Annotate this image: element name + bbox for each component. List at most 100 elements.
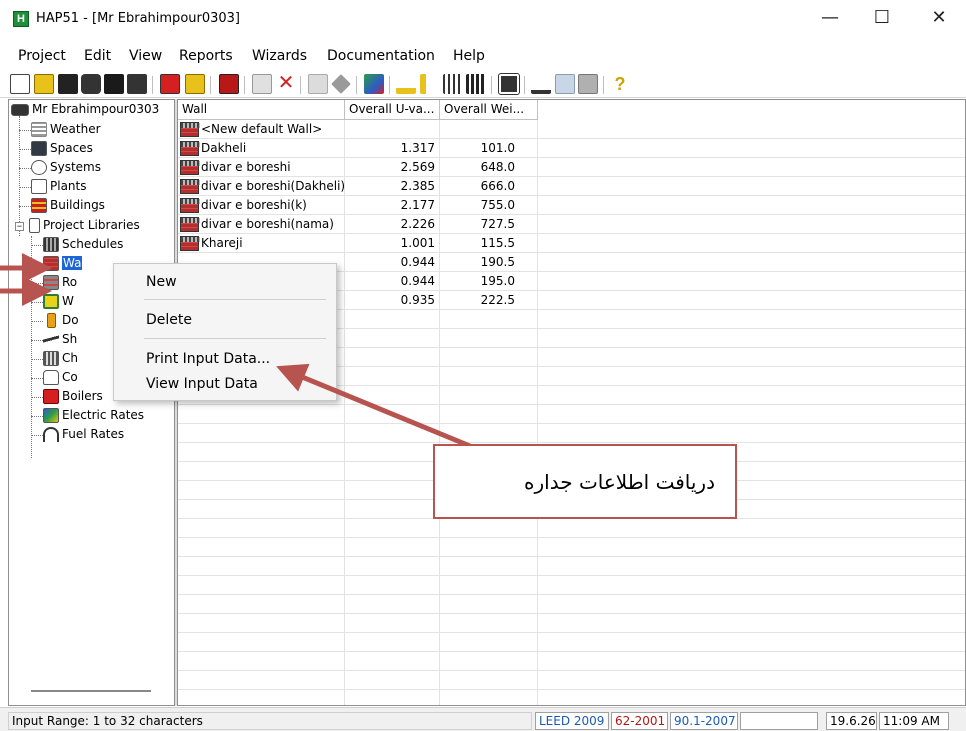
book-icon <box>11 103 29 116</box>
open-icon[interactable] <box>34 74 54 94</box>
tree-item-electric-rates[interactable]: Electric Rates <box>43 407 144 425</box>
table-row[interactable] <box>178 671 965 690</box>
grid-icon[interactable] <box>443 74 463 94</box>
tree-item-doors[interactable]: Do <box>43 312 79 330</box>
table-icon[interactable] <box>466 74 486 94</box>
cell-u-value: 1.001 <box>400 236 435 250</box>
table-row[interactable] <box>178 557 965 576</box>
context-menu-view-input-data[interactable]: View Input Data <box>146 376 258 392</box>
table-row[interactable]: divar e boreshi(k) 2.177 755.0 <box>178 196 965 215</box>
color-icon[interactable] <box>364 74 384 94</box>
save-icon[interactable] <box>58 74 78 94</box>
scrollbar-thumb[interactable] <box>31 690 151 692</box>
tree-item-label: Co <box>62 370 78 384</box>
hap-app-icon: H <box>13 11 29 27</box>
table-row[interactable]: divar e boreshi(Dakheli) 2.385 666.0 <box>178 177 965 196</box>
tree-item-spaces[interactable]: Spaces <box>31 140 93 158</box>
menu-edit[interactable]: Edit <box>84 48 111 64</box>
tree-item-roofs[interactable]: Ro <box>43 274 77 292</box>
tree-item-label: Do <box>62 313 79 327</box>
graph-icon[interactable] <box>578 74 598 94</box>
tree-root[interactable]: Mr Ebrahimpour0303 <box>11 101 159 119</box>
wall-name-text: Khareji <box>201 236 243 250</box>
tree-item-walls[interactable]: Wa <box>43 255 83 273</box>
print-icon[interactable] <box>104 74 124 94</box>
cell-wall-name: divar e boreshi(k) <box>180 197 307 214</box>
tree-item-weather[interactable]: Weather <box>31 121 101 139</box>
folder-icon[interactable] <box>185 74 205 94</box>
table-row[interactable]: divar e boreshi(nama) 2.226 727.5 <box>178 215 965 234</box>
wall-name-text: Dakheli <box>201 141 247 155</box>
library-icon[interactable] <box>81 74 101 94</box>
table-row[interactable] <box>178 538 965 557</box>
tree-item-fuel-rates[interactable]: Fuel Rates <box>43 426 124 444</box>
table-row[interactable]: <New default Wall> <box>178 120 965 139</box>
tree-item-chillers[interactable]: Ch <box>43 350 78 368</box>
menu-view[interactable]: View <box>129 48 162 64</box>
cooling-tower-icon <box>43 370 59 385</box>
tree-item-project-libraries[interactable]: Project Libraries <box>29 217 140 235</box>
context-menu-print-input-data[interactable]: Print Input Data... <box>146 351 270 367</box>
table-row[interactable]: Khareji 1.001 115.5 <box>178 234 965 253</box>
table-row[interactable] <box>178 595 965 614</box>
maximize-button[interactable]: ☐ <box>860 4 904 34</box>
calculator-icon[interactable] <box>498 73 520 95</box>
help-icon[interactable]: ? <box>610 74 630 94</box>
table-row[interactable] <box>178 652 965 671</box>
tree-item-windows[interactable]: W <box>43 293 74 311</box>
tree-item-shades[interactable]: Sh <box>43 331 77 349</box>
context-menu-new[interactable]: New <box>146 274 177 290</box>
column-header-wall[interactable]: Wall <box>178 100 345 120</box>
column-header-u-value[interactable]: Overall U-va... <box>345 100 440 120</box>
cell-u-value: 1.317 <box>400 141 435 155</box>
minimize-button[interactable]: — <box>808 4 852 34</box>
table-row[interactable] <box>178 614 965 633</box>
close-button[interactable]: ✕ <box>917 4 961 34</box>
table-row[interactable] <box>178 633 965 652</box>
cell-weight: 115.5 <box>480 236 515 250</box>
table-row[interactable]: divar e boreshi 2.569 648.0 <box>178 158 965 177</box>
wall-icon <box>180 217 200 232</box>
copy-icon[interactable] <box>252 74 272 94</box>
arrows-icon[interactable] <box>420 74 440 94</box>
tree-horizontal-scrollbar[interactable] <box>11 686 173 698</box>
delete-icon[interactable]: ✕ <box>276 73 296 94</box>
table-row[interactable] <box>178 405 965 424</box>
menu-help[interactable]: Help <box>453 48 485 64</box>
plants-icon <box>31 179 47 194</box>
cell-weight: 101.0 <box>480 141 515 155</box>
menu-reports[interactable]: Reports <box>179 48 233 64</box>
tree-item-boilers[interactable]: Boilers <box>43 388 103 406</box>
table-row[interactable] <box>178 424 965 443</box>
print-preview-icon[interactable] <box>127 74 147 94</box>
menu-documentation[interactable]: Documentation <box>327 48 435 64</box>
electric-rates-icon <box>43 408 59 423</box>
diamond-icon[interactable] <box>331 74 351 94</box>
tree-item-systems[interactable]: Systems <box>31 159 101 177</box>
tree-item-plants[interactable]: Plants <box>31 178 87 196</box>
buildings-icon <box>31 198 47 213</box>
table-row[interactable]: Dakheli 1.317 101.0 <box>178 139 965 158</box>
tree-item-cooling-towers[interactable]: Co <box>43 369 78 387</box>
context-menu-delete[interactable]: Delete <box>146 312 192 328</box>
menu-wizards[interactable]: Wizards <box>252 48 307 64</box>
menu-project[interactable]: Project <box>18 48 66 64</box>
cell-wall-name: divar e boreshi <box>180 159 291 176</box>
edit-icon[interactable] <box>160 74 180 94</box>
column-header-weight[interactable]: Overall Wei... <box>440 100 538 120</box>
wizard-icon[interactable] <box>396 74 416 94</box>
properties-icon[interactable] <box>308 74 328 94</box>
new-icon[interactable] <box>10 74 30 94</box>
toolbar-separator <box>152 76 153 94</box>
report-icon[interactable] <box>531 74 551 94</box>
building-icon[interactable] <box>219 74 239 94</box>
collapse-toggle[interactable]: − <box>15 222 24 231</box>
status-bar: Input Range: 1 to 32 characters LEED 200… <box>0 707 966 731</box>
annotation-text: دریافت اطلاعات جداره <box>524 470 715 494</box>
table-row[interactable] <box>178 519 965 538</box>
schedules-icon <box>43 237 59 252</box>
table-row[interactable] <box>178 576 965 595</box>
tree-item-buildings[interactable]: Buildings <box>31 197 105 215</box>
tree-item-schedules[interactable]: Schedules <box>43 236 123 254</box>
chart-icon[interactable] <box>555 74 575 94</box>
